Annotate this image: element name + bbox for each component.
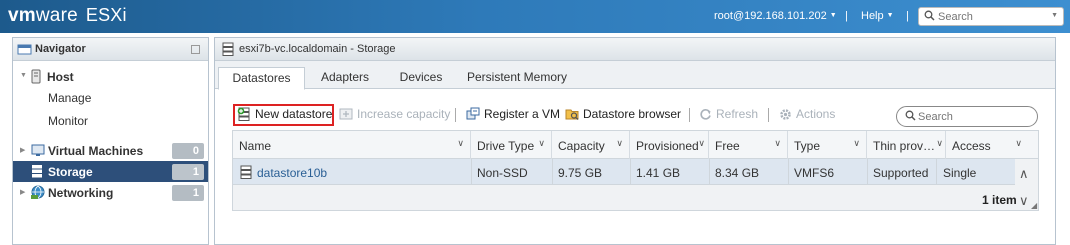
toolbar-divider bbox=[455, 108, 456, 122]
host-icon bbox=[31, 69, 41, 84]
cell-access: Single bbox=[943, 166, 977, 180]
top-bar: vmware ESXi root@192.168.101.202 ▼ | Help ▼… bbox=[0, 0, 1070, 33]
expand-triangle-icon[interactable]: ▼ bbox=[20, 72, 27, 79]
sidebar-item-monitor[interactable]: Monitor bbox=[13, 110, 208, 131]
increase-capacity-button[interactable]: Increase capacity bbox=[339, 107, 450, 121]
vmware-esxi-logo: vmware ESXi bbox=[8, 5, 127, 26]
cell-free: 8.34 GB bbox=[715, 166, 760, 180]
chevron-down-icon[interactable]: ∨ bbox=[616, 138, 623, 149]
chevron-down-icon[interactable]: ∨ bbox=[1015, 138, 1022, 149]
table-row[interactable]: datastore10b Non-SSD 9.75 GB 1.41 GB 8.3… bbox=[233, 159, 1015, 185]
panel-header: esxi7b-vc.localdomain - Storage bbox=[215, 38, 1055, 61]
storage-icon bbox=[32, 165, 42, 178]
virtual-machine-icon bbox=[31, 144, 45, 156]
refresh-button[interactable]: Refresh bbox=[699, 107, 758, 121]
datastore-name-link[interactable]: datastore10b bbox=[257, 166, 327, 180]
divider bbox=[471, 159, 472, 185]
chevron-down-icon[interactable]: ∨ bbox=[457, 138, 464, 149]
divider bbox=[709, 159, 710, 185]
datastore-browser-icon bbox=[565, 109, 579, 120]
sidebar-item-manage[interactable]: Manage bbox=[13, 87, 208, 108]
cell-capacity: 9.75 GB bbox=[558, 166, 603, 180]
tab-datastores[interactable]: Datastores bbox=[218, 67, 305, 90]
datastore-search[interactable] bbox=[896, 106, 1038, 127]
global-search-input[interactable] bbox=[938, 9, 1048, 24]
datastore-icon bbox=[240, 165, 252, 179]
chevron-down-icon[interactable]: ∨ bbox=[853, 138, 860, 149]
vm-count-badge: 0 bbox=[172, 143, 204, 159]
expand-triangle-icon[interactable]: ▶ bbox=[20, 146, 25, 154]
scroll-up-icon[interactable]: ∧ bbox=[1019, 166, 1029, 182]
chevron-down-icon[interactable]: ▼ bbox=[1051, 12, 1058, 19]
table-header: Name ∨ Drive Type ∨ Capacity ∨ Provisioned ∨… bbox=[233, 131, 1038, 159]
sidebar-item-virtual-machines[interactable]: ▶ Virtual Machines 0 bbox=[13, 140, 208, 161]
register-vm-icon bbox=[466, 107, 480, 120]
divider: | bbox=[845, 10, 848, 22]
chevron-down-icon[interactable]: ∨ bbox=[538, 138, 545, 149]
divider bbox=[552, 159, 553, 185]
column-capacity[interactable]: Capacity ∨ bbox=[552, 131, 630, 159]
divider bbox=[936, 159, 937, 185]
cell-type: VMFS6 bbox=[794, 166, 835, 180]
column-provisioned[interactable]: Provisioned ∨ bbox=[630, 131, 709, 159]
cell-provisioned: 1.41 GB bbox=[636, 166, 681, 180]
toolbar-divider bbox=[689, 108, 690, 122]
chevron-down-icon[interactable]: ∨ bbox=[774, 138, 781, 149]
scroll-down-icon[interactable]: ∨ bbox=[1019, 193, 1029, 209]
column-name[interactable]: Name ∨ bbox=[233, 131, 471, 159]
new-datastore-icon bbox=[237, 107, 250, 121]
user-menu[interactable]: root@192.168.101.202 ▼ bbox=[714, 10, 837, 22]
datastores-table: Name ∨ Drive Type ∨ Capacity ∨ Provisioned ∨… bbox=[232, 130, 1039, 211]
divider: | bbox=[906, 10, 909, 22]
sidebar-item-networking[interactable]: ▶ Networking 1 bbox=[13, 182, 208, 203]
storage-icon bbox=[222, 42, 234, 56]
divider bbox=[788, 159, 789, 185]
navigator-panel: Navigator ▼ Host Manage Monitor ▶ Virtua… bbox=[12, 37, 209, 245]
tab-bar: Datastores Adapters Devices Persistent M… bbox=[215, 61, 1055, 90]
collapse-panel-icon[interactable] bbox=[191, 45, 200, 54]
page-title: esxi7b-vc.localdomain - Storage bbox=[239, 43, 396, 55]
chevron-down-icon: ▼ bbox=[829, 12, 837, 19]
cell-drive-type: Non-SSD bbox=[477, 166, 528, 180]
global-search[interactable]: ▼ bbox=[918, 7, 1064, 26]
storage-count-badge: 1 bbox=[172, 164, 204, 180]
expand-triangle-icon[interactable]: ▶ bbox=[20, 188, 25, 196]
storage-panel: esxi7b-vc.localdomain - Storage Datastor… bbox=[214, 37, 1056, 245]
cell-thin-provisioning: Supported bbox=[873, 166, 929, 180]
tab-adapters[interactable]: Adapters bbox=[311, 67, 379, 90]
column-access[interactable]: Access ∨ bbox=[946, 131, 1038, 159]
sidebar-item-storage[interactable]: Storage 1 bbox=[13, 161, 208, 182]
actions-button[interactable]: Actions bbox=[779, 107, 835, 121]
datastore-browser-button[interactable]: Datastore browser bbox=[565, 107, 681, 121]
chevron-down-icon: ▼ bbox=[886, 12, 894, 19]
increase-capacity-icon bbox=[339, 108, 353, 120]
column-free[interactable]: Free ∨ bbox=[709, 131, 788, 159]
toolbar-divider bbox=[768, 108, 769, 122]
chevron-down-icon[interactable]: ∨ bbox=[936, 138, 943, 149]
divider bbox=[630, 159, 631, 185]
search-icon bbox=[905, 110, 916, 121]
tab-persistent-memory[interactable]: Persistent Memory bbox=[465, 67, 569, 90]
tab-devices[interactable]: Devices bbox=[389, 67, 453, 90]
new-datastore-button[interactable]: New datastore bbox=[237, 107, 332, 121]
refresh-icon bbox=[700, 109, 711, 120]
item-count: 1 item bbox=[982, 193, 1017, 207]
register-vm-button[interactable]: Register a VM bbox=[466, 107, 560, 121]
datastore-search-input[interactable] bbox=[918, 109, 1028, 124]
divider bbox=[867, 159, 868, 185]
navigator-header: Navigator bbox=[13, 38, 208, 61]
column-drive-type[interactable]: Drive Type ∨ bbox=[471, 131, 552, 159]
chevron-down-icon[interactable]: ∨ bbox=[698, 138, 705, 149]
gear-icon bbox=[780, 109, 791, 120]
column-type[interactable]: Type ∨ bbox=[788, 131, 867, 159]
sidebar-item-host[interactable]: ▼ Host bbox=[13, 66, 208, 87]
resize-handle-icon[interactable]: ◢ bbox=[1031, 201, 1037, 210]
search-icon bbox=[924, 10, 935, 21]
column-thin-provisioning[interactable]: Thin prov… ∨ bbox=[867, 131, 946, 159]
networking-icon bbox=[31, 185, 45, 199]
navigator-icon bbox=[17, 44, 32, 55]
networking-count-badge: 1 bbox=[172, 185, 204, 201]
help-menu[interactable]: Help ▼ bbox=[861, 10, 894, 22]
